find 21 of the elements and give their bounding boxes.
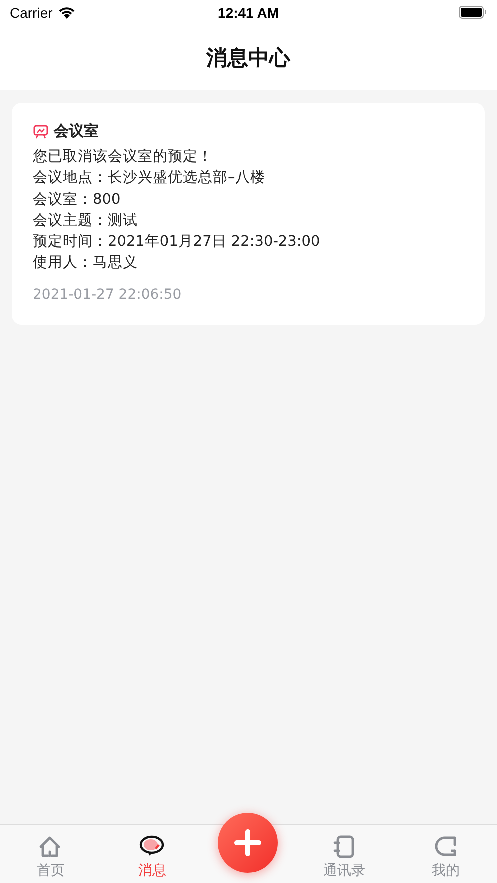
message-line: 预定时间：2021年01月27日 22:30-23:00 <box>33 232 322 252</box>
plus-icon <box>233 828 264 858</box>
message-line: 使用人：马思义 <box>33 254 139 274</box>
clock-time: 12:41 AM <box>218 4 279 20</box>
add-button[interactable] <box>218 813 278 873</box>
battery-icon <box>459 6 488 19</box>
tab-item[interactable]: 通讯录 <box>293 825 396 883</box>
wifi-icon <box>58 6 76 19</box>
tab-item[interactable]: 首页 <box>0 825 102 883</box>
message-timestamp: 2021-01-27 22:06:50 <box>33 286 183 303</box>
presentation-board-icon <box>33 124 49 140</box>
carrier-name: Carrier <box>10 4 53 20</box>
page-title: 消息中心 <box>206 44 290 72</box>
message-card[interactable]: 会议室 您已取消该会议室的预定！ 会议地点：长沙兴盛优选总部–八楼 会议室：800 会议主题：测试 预定时间：2021年01月27日 22:30-23:00 使用人：马思义 2021-01-27 22:06:50 <box>12 103 485 325</box>
message-line: 您已取消该会议室的预定！ <box>33 148 214 167</box>
message-line: 会议主题：测试 <box>33 212 139 231</box>
message-line: 会议室：800 <box>33 190 122 210</box>
message-line: 会议地点：长沙兴盛优选总部–八楼 <box>33 168 266 188</box>
message-category: 会议室 <box>54 122 99 141</box>
tab-item[interactable]: 消息 <box>102 825 204 883</box>
tab-item[interactable]: 我的 <box>395 825 497 883</box>
